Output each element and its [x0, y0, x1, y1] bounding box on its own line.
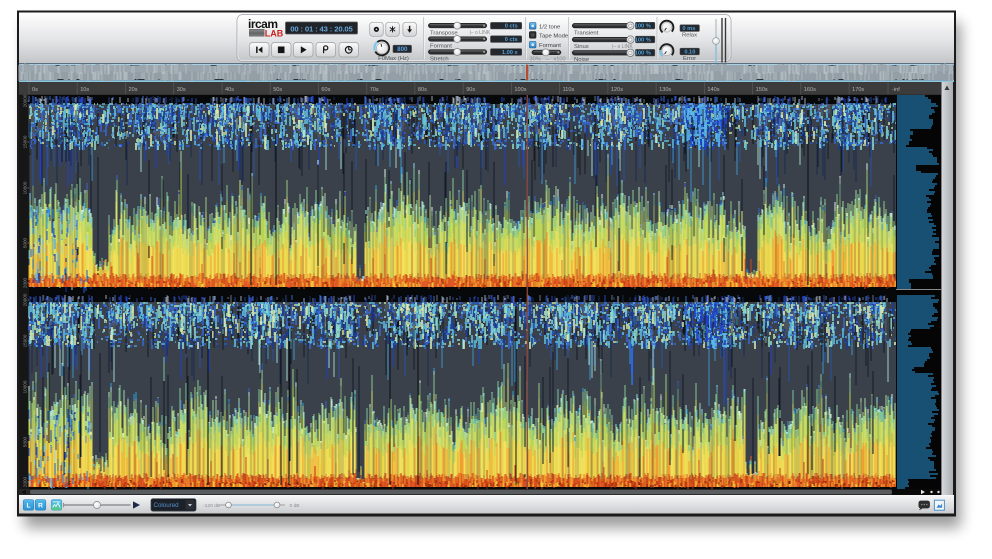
svg-text:Noise: Noise [574, 57, 590, 63]
svg-text:Formant: Formant [430, 44, 452, 50]
svg-text:100 %: 100 % [635, 24, 651, 30]
svg-text:15000: 15000 [23, 135, 28, 148]
svg-text:160s: 160s [804, 87, 816, 93]
svg-text:100s: 100s [514, 87, 526, 93]
svg-text:20000: 20000 [23, 293, 28, 306]
svg-text:15000: 15000 [23, 334, 28, 347]
svg-text:40s: 40s [225, 87, 234, 93]
svg-text:0.10: 0.10 [684, 49, 695, 55]
svg-text:0s: 0s [32, 87, 38, 93]
svg-text:110s: 110s [563, 87, 575, 93]
svg-text:LAB: LAB [265, 29, 284, 39]
svg-text:Relax: Relax [682, 33, 697, 39]
svg-text:20000: 20000 [23, 94, 28, 107]
svg-text:800: 800 [397, 46, 408, 53]
svg-text:0 ms: 0 ms [682, 26, 695, 32]
svg-text:60s: 60s [321, 87, 330, 93]
svg-text:10000: 10000 [23, 380, 28, 393]
svg-text:100 %: 100 % [635, 37, 651, 43]
svg-text:0 dB: 0 dB [290, 503, 300, 509]
svg-text:1.00 x: 1.00 x [502, 50, 519, 56]
svg-text:R: R [38, 503, 43, 510]
svg-text:Tape Mode: Tape Mode [539, 33, 569, 39]
svg-text:Stretch: Stretch [430, 56, 449, 62]
svg-text:2000: 2000 [23, 277, 28, 288]
svg-text:170s: 170s [852, 87, 864, 93]
svg-text:100 %: 100 % [635, 51, 651, 57]
svg-text:30s: 30s [177, 87, 186, 93]
svg-text:|– o LINK: |– o LINK [612, 44, 633, 50]
svg-text:20s: 20s [129, 87, 138, 93]
svg-text:30%: 30% [530, 57, 541, 63]
svg-text:L: L [26, 503, 30, 510]
svg-text:Sinus: Sinus [574, 44, 589, 50]
svg-text:70s: 70s [370, 87, 379, 93]
svg-text:Formant: Formant [539, 43, 561, 49]
svg-text:120s: 120s [611, 87, 623, 93]
svg-text:5000: 5000 [23, 436, 28, 447]
svg-text:Error: Error [683, 56, 696, 62]
svg-text:2000: 2000 [23, 476, 28, 487]
svg-text:x100: x100 [554, 57, 566, 63]
svg-text:-inf: -inf [892, 87, 900, 93]
svg-text:F0Max (Hz): F0Max (Hz) [378, 56, 409, 62]
svg-text:130s: 130s [659, 87, 671, 93]
svg-text:Transient: Transient [574, 31, 599, 37]
svg-text:140s: 140s [707, 87, 719, 93]
svg-text:Coloured: Coloured [154, 502, 180, 509]
svg-text:0 cts: 0 cts [505, 37, 518, 43]
svg-text:00 : 01 : 43 : 20.05: 00 : 01 : 43 : 20.05 [290, 24, 353, 33]
svg-text:150s: 150s [756, 87, 768, 93]
svg-text:10000: 10000 [23, 181, 28, 194]
svg-text:1/2 tone: 1/2 tone [539, 24, 561, 30]
svg-text:5000: 5000 [23, 237, 28, 248]
svg-text:50s: 50s [273, 87, 282, 93]
svg-text:Transpose: Transpose [430, 30, 458, 36]
svg-text:|– o LINK: |– o LINK [470, 30, 491, 36]
svg-text:80s: 80s [418, 87, 427, 93]
svg-text:90s: 90s [466, 87, 475, 93]
svg-text:10s: 10s [80, 87, 89, 93]
svg-text:0 cts: 0 cts [505, 24, 518, 30]
svg-text:-120 dB: -120 dB [203, 503, 220, 509]
